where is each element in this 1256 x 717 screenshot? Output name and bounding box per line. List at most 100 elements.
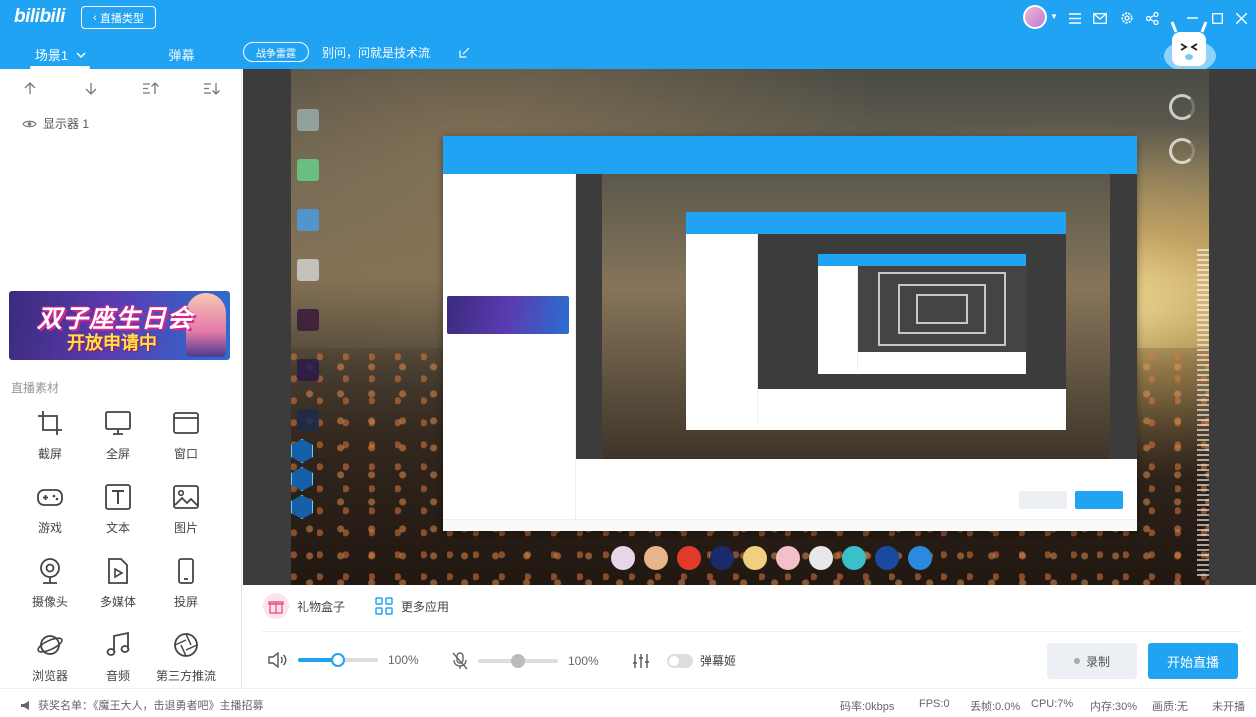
tool-label: 全屏 bbox=[105, 447, 130, 461]
desktop-icon bbox=[297, 409, 319, 431]
danmu-toggle[interactable] bbox=[667, 653, 693, 668]
caret-down-icon[interactable]: ▼ bbox=[1050, 12, 1058, 21]
gift-icon[interactable] bbox=[263, 593, 289, 619]
avatar[interactable] bbox=[1023, 5, 1047, 29]
move-top-icon[interactable] bbox=[121, 77, 182, 99]
quality-stat: 画质:无 bbox=[1152, 701, 1189, 713]
mixer-icon[interactable] bbox=[632, 653, 650, 669]
source-order-toolbar bbox=[0, 77, 242, 99]
tab-danmu[interactable]: 弹幕 bbox=[121, 40, 242, 69]
aperture-icon bbox=[174, 633, 198, 657]
source-panel: 显示器 1 双子座生日会 开放申请中 直播素材 截屏 全屏 窗口 游戏 文本 图… bbox=[0, 69, 242, 688]
move-bottom-icon[interactable] bbox=[182, 77, 243, 99]
live-state: 未开播 bbox=[1212, 701, 1245, 713]
megaphone-icon bbox=[21, 700, 29, 710]
record-label: 录制 bbox=[1085, 654, 1110, 669]
mic-volume-slider[interactable] bbox=[478, 654, 558, 668]
controls-divider bbox=[262, 631, 1242, 632]
dock-icon bbox=[611, 546, 635, 570]
nested-frame bbox=[916, 294, 968, 324]
desktop-icon bbox=[297, 209, 319, 231]
dock-icon bbox=[842, 546, 866, 570]
close-icon[interactable] bbox=[1231, 9, 1251, 27]
tool-game[interactable]: 游戏 bbox=[17, 483, 83, 543]
nested-preview bbox=[758, 234, 1066, 389]
tool-media[interactable]: 多媒体 bbox=[85, 557, 151, 617]
drop-frame-stat: 丢帧:0.0% bbox=[970, 701, 1021, 713]
music-icon bbox=[106, 631, 130, 656]
performance-widgets bbox=[1169, 94, 1199, 182]
gear-icon[interactable] bbox=[1117, 9, 1137, 27]
move-up-icon[interactable] bbox=[0, 77, 61, 99]
desktop-icons bbox=[297, 109, 335, 459]
tool-third-party-stream[interactable]: 第三方推流 bbox=[153, 631, 219, 691]
hex-widget bbox=[291, 467, 313, 491]
speaker-volume-knob[interactable] bbox=[331, 653, 345, 667]
gauge-ring bbox=[1169, 138, 1195, 164]
side-hex-widgets bbox=[291, 439, 313, 523]
eye-icon[interactable] bbox=[22, 119, 37, 129]
tool-label: 多媒体 bbox=[99, 595, 136, 609]
speaker-volume-slider[interactable] bbox=[298, 653, 378, 667]
desktop-icon bbox=[297, 159, 319, 181]
nested-banner bbox=[447, 296, 569, 334]
text-icon bbox=[105, 484, 131, 510]
move-down-icon[interactable] bbox=[61, 77, 122, 99]
announcement-text: 获奖名单：《魔王大人，击退勇者吧》主播招募 bbox=[38, 700, 264, 712]
mic-volume-knob[interactable] bbox=[511, 654, 525, 668]
tool-window[interactable]: 窗口 bbox=[153, 409, 219, 469]
nested-title-bar bbox=[818, 254, 1026, 266]
tool-label: 截屏 bbox=[37, 447, 62, 461]
tool-text[interactable]: 文本 bbox=[85, 483, 151, 543]
gift-box-label[interactable]: 礼物盒子 bbox=[297, 598, 345, 615]
announcement-ticker[interactable]: 获奖名单：《魔王大人，击退勇者吧》主播招募 bbox=[20, 697, 264, 713]
speaker-icon[interactable] bbox=[268, 652, 288, 668]
tool-screenshot[interactable]: 截屏 bbox=[17, 409, 83, 469]
dock-icon bbox=[644, 546, 668, 570]
tool-camera[interactable]: 摄像头 bbox=[17, 557, 83, 617]
banner-subtitle: 开放申请中 bbox=[67, 333, 157, 353]
tool-browser[interactable]: 浏览器 bbox=[17, 631, 83, 691]
danmu-toggle-label: 弹幕姬 bbox=[700, 654, 737, 668]
share-icon[interactable] bbox=[1142, 9, 1162, 27]
nested-live-button bbox=[1075, 491, 1123, 509]
nested-source-panel bbox=[818, 266, 858, 370]
nested-source-panel bbox=[686, 234, 758, 424]
live-type-back-button[interactable]: ‹ 直播类型 bbox=[81, 6, 156, 29]
mail-icon[interactable] bbox=[1090, 9, 1110, 27]
promo-banner[interactable]: 双子座生日会 开放申请中 bbox=[9, 291, 230, 360]
mic-muted-icon[interactable] bbox=[452, 652, 468, 670]
more-apps-label[interactable]: 更多应用 bbox=[401, 598, 449, 615]
danmu-control: 弹幕姬 bbox=[632, 652, 736, 669]
dock-icon bbox=[710, 546, 734, 570]
tool-label: 文本 bbox=[105, 521, 130, 535]
nested-title-bar bbox=[686, 212, 1066, 234]
nested-preview bbox=[576, 174, 1137, 459]
tool-cast[interactable]: 投屏 bbox=[153, 557, 219, 617]
planet-icon bbox=[37, 635, 63, 655]
source-item-label: 显示器 1 bbox=[43, 117, 90, 131]
source-item-display-1[interactable]: 显示器 1 bbox=[22, 115, 89, 132]
tool-audio[interactable]: 音频 bbox=[85, 631, 151, 691]
nested-app-capture bbox=[443, 136, 1137, 531]
status-bar: 获奖名单：《魔王大人，击退勇者吧》主播招募 码率:0kbps FPS:0 丢帧:… bbox=[0, 688, 1256, 717]
start-live-button[interactable]: 开始直播 bbox=[1148, 643, 1238, 679]
apps-grid-icon[interactable] bbox=[375, 597, 393, 615]
category-pill[interactable]: 战争雷霆 bbox=[243, 42, 309, 62]
menu-icon[interactable] bbox=[1065, 9, 1085, 27]
record-button[interactable]: 录制 bbox=[1047, 643, 1137, 679]
tab-scene-1[interactable]: 场景1 bbox=[0, 40, 121, 69]
preview-area bbox=[243, 69, 1256, 585]
nested-preview bbox=[858, 266, 1026, 352]
nested-status-bar bbox=[443, 519, 1137, 531]
nested-preview-image bbox=[602, 174, 1110, 459]
dock-icon bbox=[743, 546, 767, 570]
tool-label: 第三方推流 bbox=[155, 669, 216, 683]
edit-icon[interactable] bbox=[459, 47, 470, 58]
tool-fullscreen[interactable]: 全屏 bbox=[85, 409, 151, 469]
nested-record-button bbox=[1019, 491, 1067, 509]
stream-preview[interactable] bbox=[291, 69, 1209, 585]
record-dot-icon bbox=[1073, 658, 1080, 664]
mic-volume-value: 100% bbox=[568, 654, 599, 668]
tool-image[interactable]: 图片 bbox=[153, 483, 219, 543]
